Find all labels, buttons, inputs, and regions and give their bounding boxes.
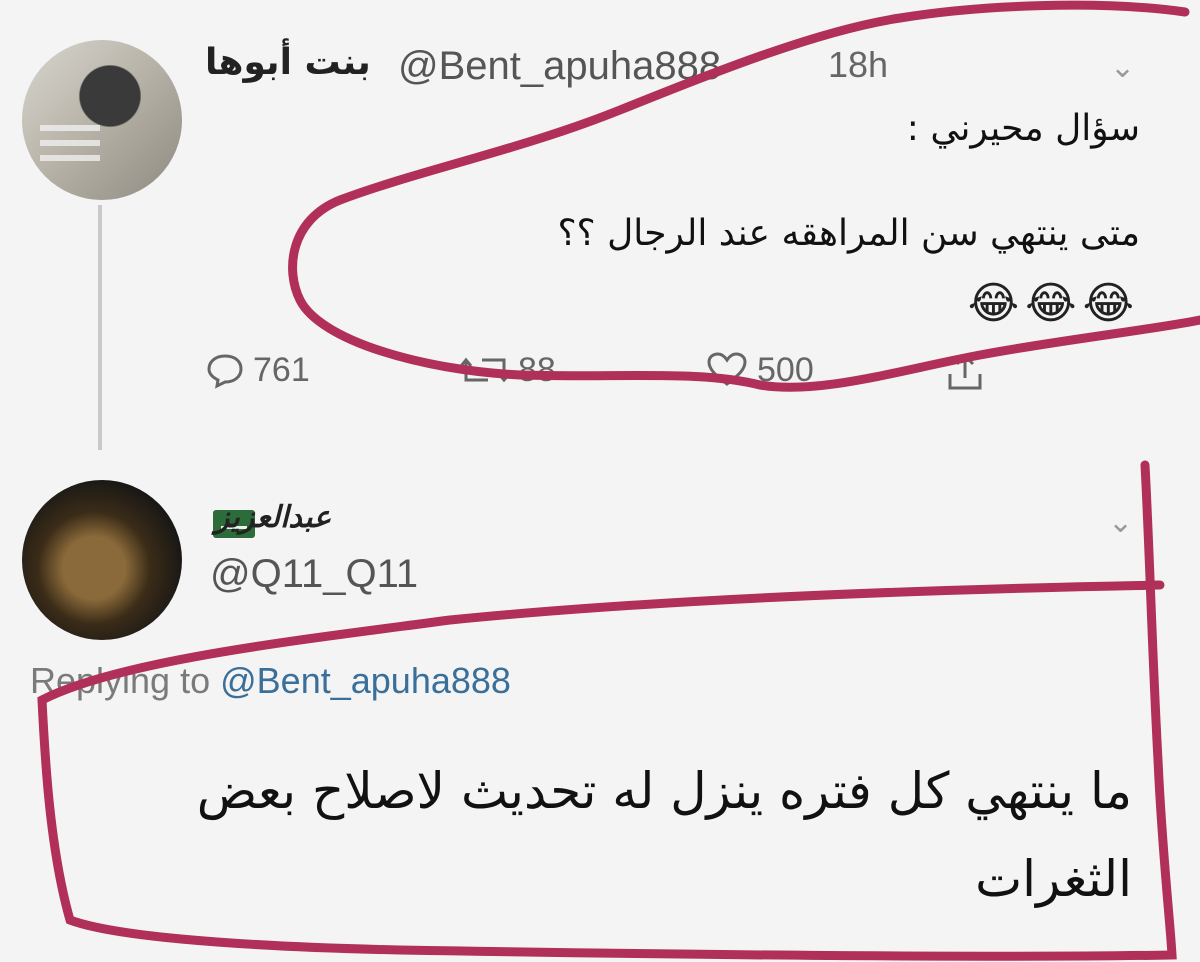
chevron-down-icon[interactable]: ⌄ xyxy=(1108,505,1133,540)
reply-button[interactable]: 761 xyxy=(205,350,310,390)
retweet-count: 88 xyxy=(518,350,556,389)
tweet-timestamp[interactable]: 18h xyxy=(828,44,888,86)
thread-connector-line xyxy=(98,205,102,450)
reply-icon xyxy=(207,354,243,389)
author-name[interactable]: بنت أبوها xyxy=(205,42,371,83)
tweet-text-line: متى ينتهي سن المراهقه عند الرجال ؟؟ xyxy=(557,213,1140,254)
author-handle[interactable]: @Q11_Q11 xyxy=(210,552,418,597)
retweet-icon xyxy=(460,357,510,383)
reply-text-line: ما ينتهي كل فتره ينزل له تحديث لاصلاح بع… xyxy=(196,762,1132,820)
replying-mention-link[interactable]: @Bent_apuha888 xyxy=(220,660,511,701)
share-icon xyxy=(948,353,982,390)
laughing-emoji: 😂😂😂 xyxy=(967,278,1140,329)
reply-count: 761 xyxy=(253,350,310,389)
avatar-detail xyxy=(40,125,100,131)
retweet-button[interactable]: 88 xyxy=(460,350,556,390)
author-name[interactable]: عبدالعزيز xyxy=(215,500,331,535)
avatar-detail xyxy=(40,140,100,146)
like-button[interactable]: 500 xyxy=(705,350,814,390)
replying-to-label: Replying to @Bent_apuha888 xyxy=(30,660,511,702)
replying-prefix: Replying to xyxy=(30,660,211,701)
heart-icon xyxy=(707,352,747,386)
like-count: 500 xyxy=(757,350,814,389)
tweet-text-line: سؤال محيرني : xyxy=(906,108,1140,149)
share-button[interactable] xyxy=(945,350,993,394)
avatar-detail xyxy=(40,155,100,161)
avatar[interactable] xyxy=(22,480,182,640)
chevron-down-icon[interactable]: ⌄ xyxy=(1110,50,1135,85)
author-handle[interactable]: @Bent_apuha888 xyxy=(398,44,721,89)
reply-text-line: الثغرات xyxy=(975,850,1132,908)
tweet-actions: 761 88 500 xyxy=(205,350,1005,400)
avatar[interactable] xyxy=(22,40,182,200)
